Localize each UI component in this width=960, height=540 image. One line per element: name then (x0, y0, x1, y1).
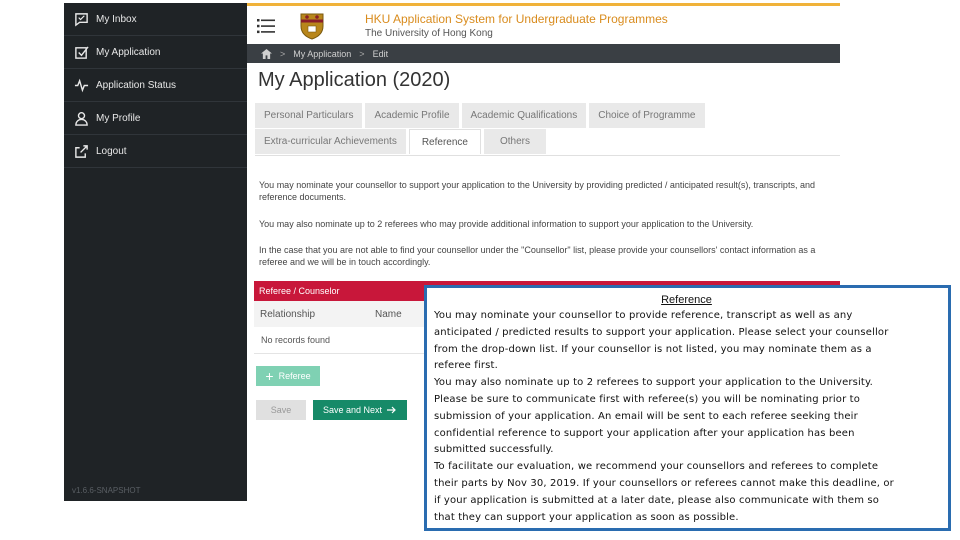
callout-line: that they can support your application a… (434, 511, 739, 523)
breadcrumb-edit: Edit (372, 48, 389, 59)
plus-icon: + (265, 368, 274, 384)
tab-choice-of-programme[interactable]: Choice of Programme (589, 103, 705, 128)
callout-line: anticipated / predicted results to suppo… (434, 326, 889, 338)
breadcrumb: > My Application > Edit (247, 44, 840, 63)
sidebar-item-my-profile[interactable]: My Profile (64, 102, 247, 135)
callout-line: You may nominate your counsellor to prov… (434, 310, 853, 321)
callout-line: You may also nominate up to 2 referees t… (434, 377, 873, 389)
sidebar-item-label: My Inbox (96, 13, 137, 25)
column-name[interactable]: Name (375, 309, 402, 320)
inbox-icon (75, 12, 88, 27)
version-label: v1.6.6-SNAPSHOT (72, 486, 141, 495)
logout-icon (75, 144, 88, 158)
instruction-paragraph-2: You may also nominate up to 2 referees w… (259, 219, 754, 229)
callout-title: Reference (661, 294, 712, 306)
hamburger-menu-icon[interactable] (257, 18, 275, 34)
checkbox-icon (75, 45, 89, 59)
sidebar-item-label: Logout (96, 145, 127, 157)
arrow-right-icon (387, 406, 396, 414)
callout-line: their parts by Nov 30, 2019. If your cou… (434, 477, 894, 489)
add-referee-label: Referee (278, 371, 311, 381)
tab-divider (255, 155, 840, 156)
instruction-paragraph-3: In the case that you are not able to fin… (259, 245, 816, 267)
sidebar-item-label: Application Status (96, 79, 177, 91)
add-referee-button[interactable]: + Referee (256, 366, 320, 386)
sidebar-item-inbox[interactable]: My Inbox (64, 3, 247, 36)
top-bar: HKU Application System for Undergraduate… (247, 3, 840, 44)
save-and-next-button[interactable]: Save and Next (313, 400, 407, 420)
save-and-next-label: Save and Next (322, 405, 383, 415)
reference-callout: Reference You may nominate your counsell… (424, 285, 951, 531)
university-crest-icon (300, 13, 324, 40)
tab-bar: Personal Particulars Academic Profile Ac… (255, 103, 840, 155)
tab-others[interactable]: Others (483, 129, 546, 154)
tab-reference[interactable]: Reference (408, 129, 481, 154)
tab-academic-qualifications[interactable]: Academic Qualifications (461, 103, 587, 128)
callout-body: You may nominate your counsellor to prov… (434, 308, 939, 526)
save-button[interactable]: Save (256, 400, 306, 420)
column-relationship[interactable]: Relationship (260, 309, 375, 320)
app-title: HKU Application System for Undergraduate… (365, 12, 668, 26)
instruction-paragraph-1: You may nominate your counsellor to supp… (259, 180, 815, 202)
sidebar: My Inbox My Application Application Stat… (64, 3, 247, 501)
callout-line: To facilitate our evaluation, we recomme… (434, 461, 879, 473)
tab-extra-curricular-achievements[interactable]: Extra-curricular Achievements (255, 129, 406, 154)
sidebar-item-application-status[interactable]: Application Status (64, 69, 247, 102)
callout-line: if your application is submitted at a la… (434, 494, 880, 506)
callout-line: confidential reference to support your a… (434, 427, 855, 439)
university-name: The University of Hong Kong (365, 28, 493, 39)
callout-line: Please be sure to communicate first with… (434, 393, 861, 405)
user-icon (75, 111, 88, 126)
sidebar-item-label: My Application (96, 46, 161, 58)
callout-line: submission of your application. An email… (434, 410, 858, 422)
home-icon[interactable] (261, 48, 272, 59)
breadcrumb-separator: > (280, 48, 286, 59)
page-title: My Application (2020) (258, 69, 451, 91)
sidebar-item-my-application[interactable]: My Application (64, 36, 247, 69)
callout-line: from the drop-down list. If your counsel… (434, 343, 872, 355)
breadcrumb-separator: > (359, 48, 365, 59)
tab-personal-particulars[interactable]: Personal Particulars (255, 103, 363, 128)
callout-line: referee first. (434, 360, 498, 372)
activity-icon (74, 78, 89, 92)
breadcrumb-my-application[interactable]: My Application (293, 49, 351, 59)
tab-academic-profile[interactable]: Academic Profile (365, 103, 459, 128)
sidebar-item-label: My Profile (96, 112, 141, 124)
sidebar-item-logout[interactable]: Logout (64, 135, 247, 168)
callout-line: submitted successfully. (434, 444, 554, 456)
